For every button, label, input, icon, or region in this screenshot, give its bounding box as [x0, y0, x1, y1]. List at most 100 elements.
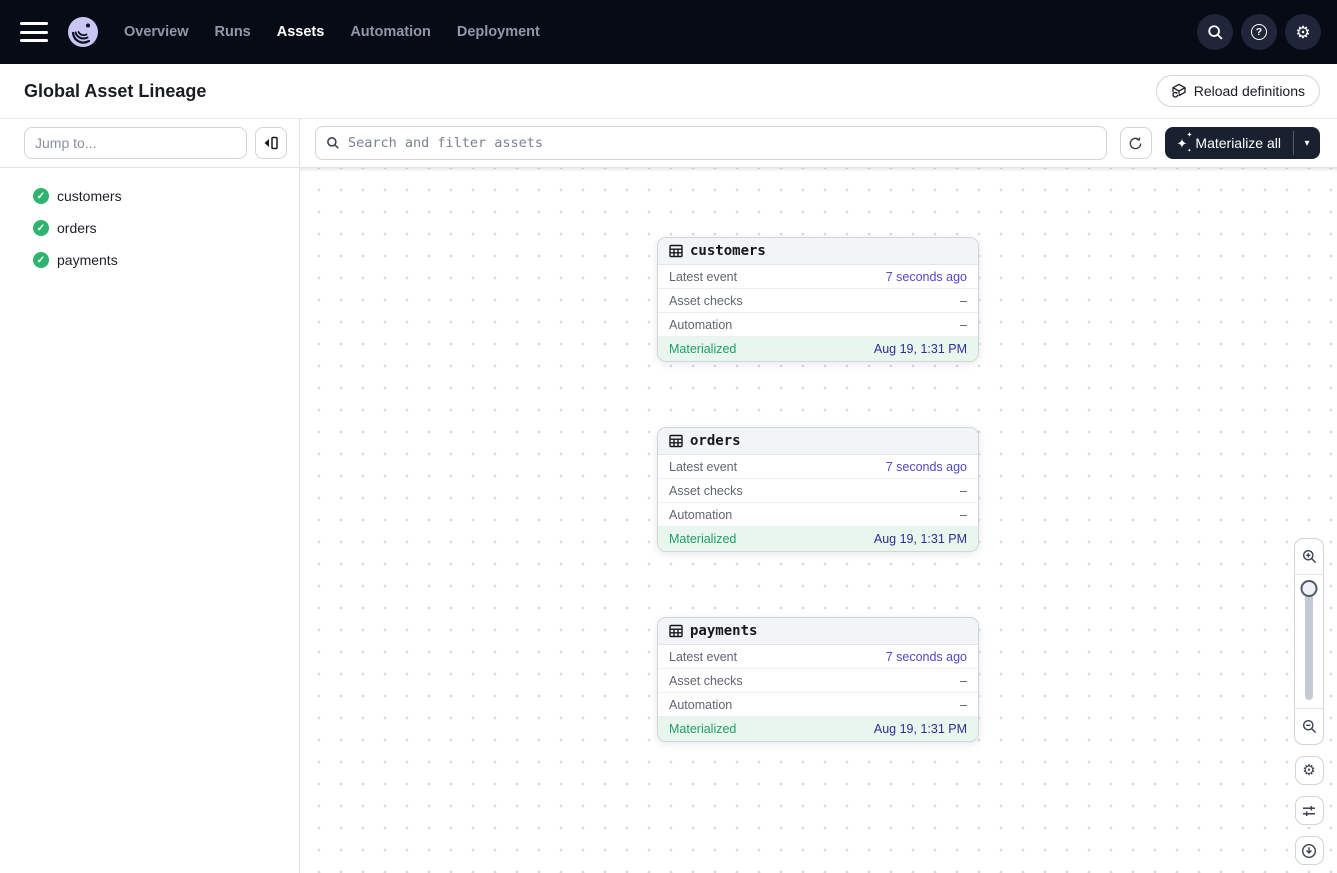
reload-icon	[1171, 83, 1187, 99]
node-row-label: Asset checks	[669, 484, 743, 498]
nav-item-runs[interactable]: Runs	[215, 24, 251, 40]
node-row-label: Latest event	[669, 650, 737, 664]
gear-glyph: ⚙	[1295, 24, 1310, 41]
asset-node-name: payments	[690, 623, 757, 639]
zoom-panel	[1294, 538, 1324, 745]
node-row-value: –	[960, 318, 967, 332]
nav-item-deployment[interactable]: Deployment	[457, 24, 540, 40]
sidebar-top	[0, 119, 299, 168]
node-row-value[interactable]: 7 seconds ago	[886, 650, 967, 664]
materialize-all-split-button: ✦✦✦ Materialize all ▾	[1165, 127, 1321, 159]
asset-search-box	[315, 126, 1107, 160]
zoom-out-icon[interactable]	[1295, 708, 1323, 744]
jump-to-input[interactable]	[24, 127, 247, 159]
sidebar-asset-label: customers	[57, 188, 122, 204]
asset-node-header: customers	[658, 238, 978, 265]
graph-settings-icon[interactable]: ⚙	[1295, 756, 1324, 785]
asset-node-header: orders	[658, 428, 978, 455]
lineage-canvas[interactable]: customers Latest event 7 seconds ago Ass…	[300, 168, 1337, 873]
materialized-check-icon: ✓	[33, 188, 49, 204]
node-row-value: –	[960, 698, 967, 712]
help-icon[interactable]: ?	[1241, 14, 1277, 50]
asset-node-row: Automation –	[658, 693, 978, 717]
search-icon[interactable]	[1197, 14, 1233, 50]
asset-node-status-row: Materialized Aug 19, 1:31 PM	[658, 717, 978, 741]
node-row-label: Automation	[669, 698, 732, 712]
node-row-label: Automation	[669, 318, 732, 332]
node-row-label: Asset checks	[669, 674, 743, 688]
sidebar-asset-item-payments[interactable]: ✓ payments	[0, 244, 299, 276]
gear-glyph: ⚙	[1302, 763, 1315, 778]
materialize-dropdown-caret-icon[interactable]: ▾	[1294, 127, 1320, 159]
node-row-value: –	[960, 484, 967, 498]
asset-node-row: Asset checks –	[658, 479, 978, 503]
materialized-timestamp[interactable]: Aug 19, 1:31 PM	[874, 722, 967, 736]
sidebar-asset-item-orders[interactable]: ✓ orders	[0, 212, 299, 244]
sidebar-asset-item-customers[interactable]: ✓ customers	[0, 180, 299, 212]
asset-node-row: Automation –	[658, 503, 978, 527]
materialize-all-button[interactable]: ✦✦✦ Materialize all	[1165, 127, 1294, 159]
graph-controls: ⚙	[1294, 538, 1324, 865]
sidebar-asset-label: orders	[57, 220, 97, 236]
node-row-label: Latest event	[669, 460, 737, 474]
lineage-main: ✦✦✦ Materialize all ▾ customers Latest e…	[300, 119, 1337, 873]
node-row-value[interactable]: 7 seconds ago	[886, 270, 967, 284]
search-icon	[326, 136, 340, 150]
nav-item-assets[interactable]: Assets	[277, 24, 325, 40]
dagster-logo[interactable]	[66, 15, 100, 49]
asset-node-row: Latest event 7 seconds ago	[658, 455, 978, 479]
menu-icon[interactable]	[20, 22, 48, 42]
node-row-value[interactable]: 7 seconds ago	[886, 460, 967, 474]
asset-node-orders[interactable]: orders Latest event 7 seconds ago Asset …	[657, 427, 979, 552]
reload-definitions-button[interactable]: Reload definitions	[1156, 75, 1320, 107]
asset-node-row: Latest event 7 seconds ago	[658, 265, 978, 289]
asset-node-name: orders	[690, 433, 741, 449]
nav-item-overview[interactable]: Overview	[124, 24, 189, 40]
asset-node-rows: Latest event 7 seconds ago Asset checks …	[658, 265, 978, 337]
node-row-label: Latest event	[669, 270, 737, 284]
materialized-check-icon: ✓	[33, 252, 49, 268]
asset-sidebar: ✓ customers ✓ orders ✓ payments	[0, 119, 300, 873]
reload-button-label: Reload definitions	[1194, 83, 1305, 99]
table-grid-icon	[669, 244, 683, 258]
zoom-slider[interactable]	[1295, 575, 1323, 708]
filters-tune-icon[interactable]	[1295, 796, 1324, 825]
asset-node-row: Latest event 7 seconds ago	[658, 645, 978, 669]
node-row-value: –	[960, 294, 967, 308]
zoom-in-icon[interactable]	[1295, 539, 1323, 575]
page-header: Global Asset Lineage Reload definitions	[0, 64, 1337, 119]
page-title: Global Asset Lineage	[24, 81, 206, 102]
asset-search-input[interactable]	[348, 135, 1096, 151]
collapse-panel-icon[interactable]	[255, 127, 287, 159]
table-grid-icon	[669, 434, 683, 448]
materialized-timestamp[interactable]: Aug 19, 1:31 PM	[874, 342, 967, 356]
materialized-check-icon: ✓	[33, 220, 49, 236]
asset-node-row: Automation –	[658, 313, 978, 337]
recenter-download-icon[interactable]	[1295, 836, 1324, 865]
graph-toolbar: ✦✦✦ Materialize all ▾	[300, 119, 1337, 168]
asset-node-payments[interactable]: payments Latest event 7 seconds ago Asse…	[657, 617, 979, 742]
asset-node-rows: Latest event 7 seconds ago Asset checks …	[658, 645, 978, 717]
table-grid-icon	[669, 624, 683, 638]
primary-nav: Overview Runs Assets Automation Deployment	[124, 24, 540, 40]
materialize-all-label: Materialize all	[1195, 135, 1281, 151]
zoom-slider-track[interactable]	[1305, 583, 1313, 700]
refresh-icon[interactable]	[1120, 127, 1152, 159]
node-row-label: Automation	[669, 508, 732, 522]
settings-icon[interactable]: ⚙	[1285, 14, 1321, 50]
topbar-actions: ? ⚙	[1197, 14, 1321, 50]
asset-node-row: Asset checks –	[658, 289, 978, 313]
asset-node-status-row: Materialized Aug 19, 1:31 PM	[658, 527, 978, 551]
asset-node-name: customers	[690, 243, 766, 259]
node-row-value: –	[960, 508, 967, 522]
nav-item-automation[interactable]: Automation	[350, 24, 431, 40]
asset-node-customers[interactable]: customers Latest event 7 seconds ago Ass…	[657, 237, 979, 362]
materialized-status-label: Materialized	[669, 342, 736, 356]
materialized-timestamp[interactable]: Aug 19, 1:31 PM	[874, 532, 967, 546]
sidebar-asset-label: payments	[57, 252, 118, 268]
asset-node-row: Asset checks –	[658, 669, 978, 693]
asset-node-status-row: Materialized Aug 19, 1:31 PM	[658, 337, 978, 361]
node-row-value: –	[960, 674, 967, 688]
asset-node-rows: Latest event 7 seconds ago Asset checks …	[658, 455, 978, 527]
zoom-slider-knob[interactable]	[1301, 580, 1318, 597]
